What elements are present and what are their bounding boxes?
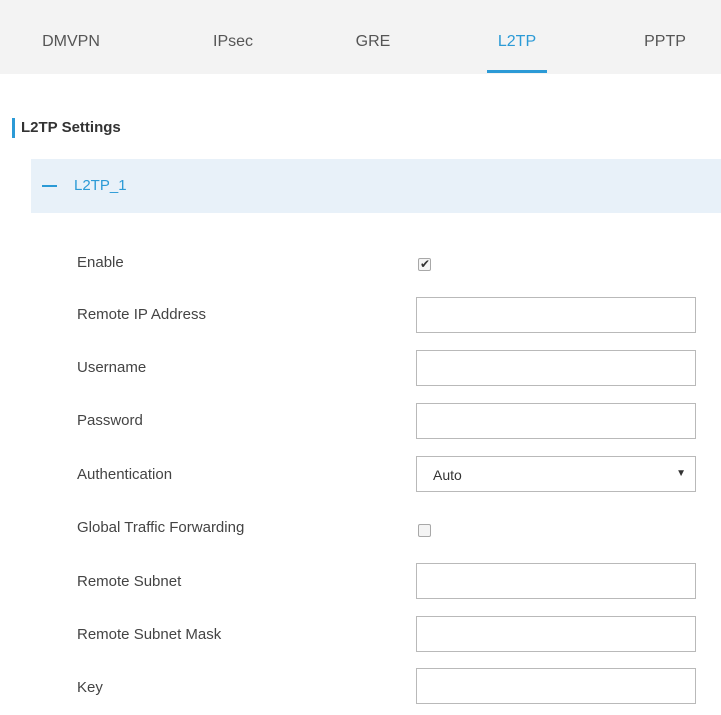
global-traffic-forwarding-checkbox[interactable]: [418, 524, 431, 537]
username-input[interactable]: [416, 350, 696, 386]
remote-subnet-label: Remote Subnet: [77, 573, 182, 590]
password-input[interactable]: [416, 403, 696, 439]
caret-down-icon: ▼: [676, 468, 686, 479]
remote-subnet-input[interactable]: [416, 563, 696, 599]
tab-pptp[interactable]: PPTP: [644, 33, 686, 51]
authentication-selected-value: Auto: [433, 467, 462, 483]
tab-dmvpn[interactable]: DMVPN: [42, 33, 100, 51]
section-title: L2TP Settings: [12, 118, 121, 138]
authentication-label: Authentication: [77, 466, 173, 483]
authentication-select[interactable]: Auto ▼: [416, 456, 696, 492]
enable-label: Enable: [77, 254, 124, 271]
tab-l2tp[interactable]: L2TP: [498, 33, 536, 51]
tab-ipsec[interactable]: IPsec: [213, 33, 253, 51]
remote-subnet-mask-input[interactable]: [416, 616, 696, 652]
tab-bar: DMVPN IPsec GRE L2TP PPTP: [0, 0, 721, 74]
enable-checkbox[interactable]: ✔: [418, 257, 431, 271]
username-label: Username: [77, 359, 147, 376]
global-traffic-forwarding-label: Global Traffic Forwarding: [77, 519, 245, 536]
minus-icon[interactable]: [42, 185, 57, 187]
key-input[interactable]: [416, 668, 696, 704]
panel-header-l2tp-1[interactable]: L2TP_1: [31, 159, 721, 213]
checkmark-icon: ✔: [420, 257, 431, 271]
remote-ip-input[interactable]: [416, 297, 696, 333]
page: DMVPN IPsec GRE L2TP PPTP L2TP Settings …: [0, 0, 721, 715]
panel-title: L2TP_1: [74, 177, 127, 194]
tab-gre[interactable]: GRE: [356, 33, 391, 51]
active-tab-indicator: [487, 70, 547, 73]
remote-subnet-mask-label: Remote Subnet Mask: [77, 626, 222, 643]
password-label: Password: [77, 412, 143, 429]
remote-ip-label: Remote IP Address: [77, 306, 206, 323]
key-label: Key: [77, 679, 103, 696]
